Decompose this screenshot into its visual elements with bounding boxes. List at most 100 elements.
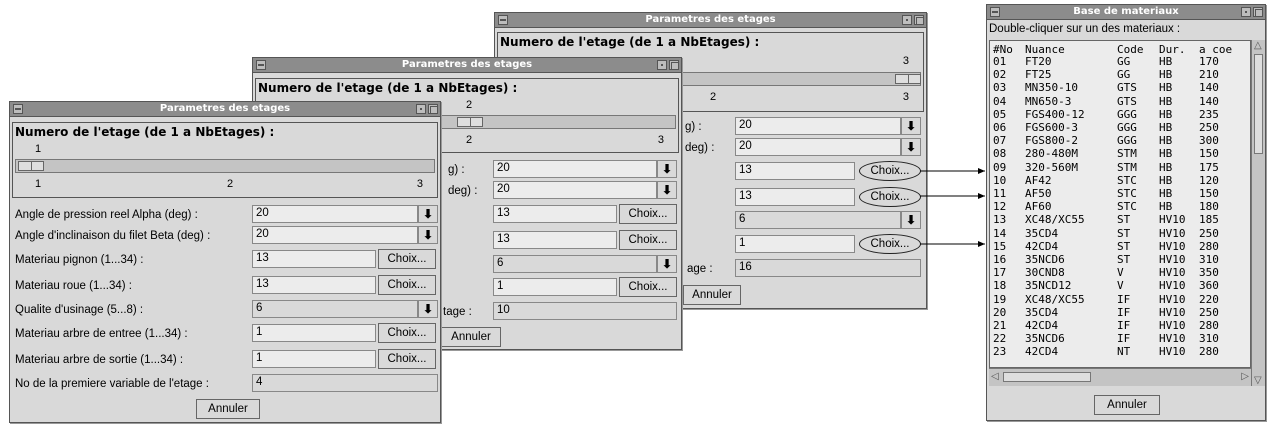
cancel-button[interactable]: Annuler <box>196 399 260 419</box>
roue-choix-button[interactable]: Choix... <box>378 275 436 295</box>
qualite-field[interactable]: 6 <box>735 211 901 229</box>
beta-field[interactable]: 20 <box>735 138 901 156</box>
list-item[interactable]: 23 42CD4 NT HV10 280 <box>993 346 1249 358</box>
list-item[interactable]: 03 MN350-10 GTS HB 140 <box>993 82 1249 94</box>
vertical-scrollbar[interactable]: △ ▽ <box>1251 40 1265 386</box>
slider-thumb[interactable] <box>457 117 483 127</box>
list-item[interactable]: 01 FT20 GG HB 170 <box>993 55 1249 68</box>
list-item[interactable]: 19 XC48/XC55 IF HV10 220 <box>993 293 1249 306</box>
maximize-icon[interactable] <box>669 60 679 70</box>
list-item[interactable]: 05 FGS400-12 GGG HB 235 <box>993 108 1249 121</box>
arbre-out-choix-button[interactable]: Choix... <box>378 349 436 369</box>
list-item[interactable]: 14 35CD4 ST HV10 250 <box>993 227 1249 240</box>
list-item[interactable]: 08 280-480M STM HB 150 <box>993 148 1249 160</box>
beta-field[interactable]: 20 <box>493 181 657 199</box>
arbre-out-field[interactable]: 1 <box>252 350 376 368</box>
horizontal-scrollbar[interactable]: ◁ ▷ <box>989 368 1251 386</box>
list-item[interactable]: 17 30CND8 V HV10 350 <box>993 267 1249 279</box>
alpha-dropdown-icon[interactable]: ⬇ <box>901 117 921 135</box>
list-item[interactable]: 02 FT25 GG HB 210 <box>993 69 1249 81</box>
pignon-field[interactable]: 13 <box>735 162 855 180</box>
list-item[interactable]: 15 42CD4 ST HV10 280 <box>993 240 1249 253</box>
col-code: STM <box>1117 160 1137 174</box>
roue-field[interactable]: 13 <box>735 188 855 206</box>
alpha-label-fragment: g) : <box>448 164 465 176</box>
qualite-field[interactable]: 6 <box>252 300 418 318</box>
title-bar[interactable]: Parametres des etages <box>253 58 681 73</box>
stage-params-window-1: Parametres des etages Numero de l'etage … <box>9 101 441 423</box>
list-item[interactable]: 07 FGS800-2 GGG HB 300 <box>993 135 1249 147</box>
list-item[interactable]: 16 35NCD6 ST HV10 310 <box>993 253 1249 266</box>
premvar-field[interactable]: 16 <box>735 259 921 277</box>
materials-list[interactable]: #No Nuance Code Dur. a coe 01 FT20 GG HB 170 02 FT… <box>989 40 1251 368</box>
col-nuance: AF50 <box>1025 187 1052 200</box>
arbre-in-choix-button[interactable]: Choix... <box>378 323 436 343</box>
qualite-field[interactable]: 6 <box>493 255 657 273</box>
qualite-dropdown-icon[interactable]: ⬇ <box>418 300 438 318</box>
slider-thumb[interactable] <box>895 74 921 84</box>
list-item[interactable]: 22 35NCD6 IF HV10 310 <box>993 333 1249 345</box>
list-item[interactable]: 06 FGS600-3 GGG HB 250 <box>993 121 1249 134</box>
list-item[interactable]: 13 XC48/XC55 ST HV10 185 <box>993 214 1249 226</box>
beta-dropdown-icon[interactable]: ⬇ <box>901 138 921 156</box>
cancel-button[interactable]: Annuler <box>1094 395 1160 415</box>
qualite-dropdown-icon[interactable]: ⬇ <box>657 255 677 273</box>
roue-choix-button[interactable]: Choix... <box>859 187 921 207</box>
cancel-button[interactable]: Annuler <box>441 327 501 347</box>
cancel-button[interactable]: Annuler <box>683 285 741 305</box>
minimize-icon[interactable] <box>1241 7 1251 17</box>
scroll-up-icon[interactable]: △ <box>1254 40 1262 51</box>
hscroll-thumb[interactable] <box>1003 372 1091 382</box>
arbre-field[interactable]: 1 <box>735 235 855 253</box>
minimize-icon[interactable] <box>657 60 667 70</box>
list-item[interactable]: 10 AF42 STC HB 120 <box>993 174 1249 187</box>
pignon-choix-button[interactable]: Choix... <box>859 161 921 181</box>
premvar-field[interactable]: 4 <box>252 374 438 392</box>
roue-choix-button[interactable]: Choix... <box>619 230 677 250</box>
maximize-icon[interactable] <box>914 15 924 25</box>
scroll-down-icon[interactable]: ▽ <box>1254 375 1262 386</box>
scroll-right-icon[interactable]: ▷ <box>1241 371 1249 382</box>
list-item[interactable]: 09 320-560M STM HB 175 <box>993 160 1249 174</box>
maximize-icon[interactable] <box>428 104 438 114</box>
list-item[interactable]: 04 MN650-3 GTS HB 140 <box>993 94 1249 108</box>
pignon-field[interactable]: 13 <box>493 205 617 223</box>
list-item[interactable]: 20 35CD4 IF HV10 250 <box>993 306 1249 319</box>
pignon-choix-button[interactable]: Choix... <box>378 249 436 269</box>
minimize-icon[interactable] <box>416 104 426 114</box>
list-item[interactable]: 18 35NCD12 V HV10 360 <box>993 280 1249 292</box>
beta-dropdown-icon[interactable]: ⬇ <box>418 226 438 244</box>
beta-dropdown-icon[interactable]: ⬇ <box>657 181 677 199</box>
alpha-dropdown-icon[interactable]: ⬇ <box>657 160 677 178</box>
list-item[interactable]: 21 42CD4 IF HV10 280 <box>993 319 1249 332</box>
vscroll-thumb[interactable] <box>1254 54 1263 154</box>
list-item[interactable]: 11 AF50 STC HB 150 <box>993 187 1249 200</box>
col-no: 23 <box>993 345 1007 359</box>
stage-scale-slider[interactable] <box>15 159 435 173</box>
alpha-dropdown-icon[interactable]: ⬇ <box>418 205 438 223</box>
arbre-choix-button[interactable]: Choix... <box>859 234 921 254</box>
title-bar[interactable]: Parametres des etages <box>495 13 926 28</box>
arbre-field[interactable]: 1 <box>493 278 617 296</box>
premvar-field[interactable]: 10 <box>493 302 677 320</box>
beta-field[interactable]: 20 <box>252 226 418 244</box>
alpha-field[interactable]: 20 <box>252 205 418 223</box>
slider-thumb[interactable] <box>18 161 44 171</box>
col-coe: 140 <box>1199 94 1219 108</box>
list-item[interactable]: 12 AF60 STC HB 180 <box>993 201 1249 213</box>
col-no: 21 <box>993 319 1007 332</box>
alpha-field[interactable]: 20 <box>735 117 901 135</box>
roue-field[interactable]: 13 <box>493 231 617 249</box>
roue-field[interactable]: 13 <box>252 276 376 294</box>
qualite-dropdown-icon[interactable]: ⬇ <box>901 211 921 229</box>
alpha-field[interactable]: 20 <box>493 160 657 178</box>
minimize-icon[interactable] <box>902 15 912 25</box>
arbre-in-field[interactable]: 1 <box>252 324 376 342</box>
maximize-icon[interactable] <box>1253 7 1263 17</box>
arbre-choix-button[interactable]: Choix... <box>619 277 677 297</box>
scroll-left-icon[interactable]: ◁ <box>991 371 999 382</box>
title-bar[interactable]: Base de materiaux <box>987 5 1265 20</box>
pignon-choix-button[interactable]: Choix... <box>619 204 677 224</box>
pignon-field[interactable]: 13 <box>252 250 376 268</box>
title-bar[interactable]: Parametres des etages <box>10 102 440 117</box>
